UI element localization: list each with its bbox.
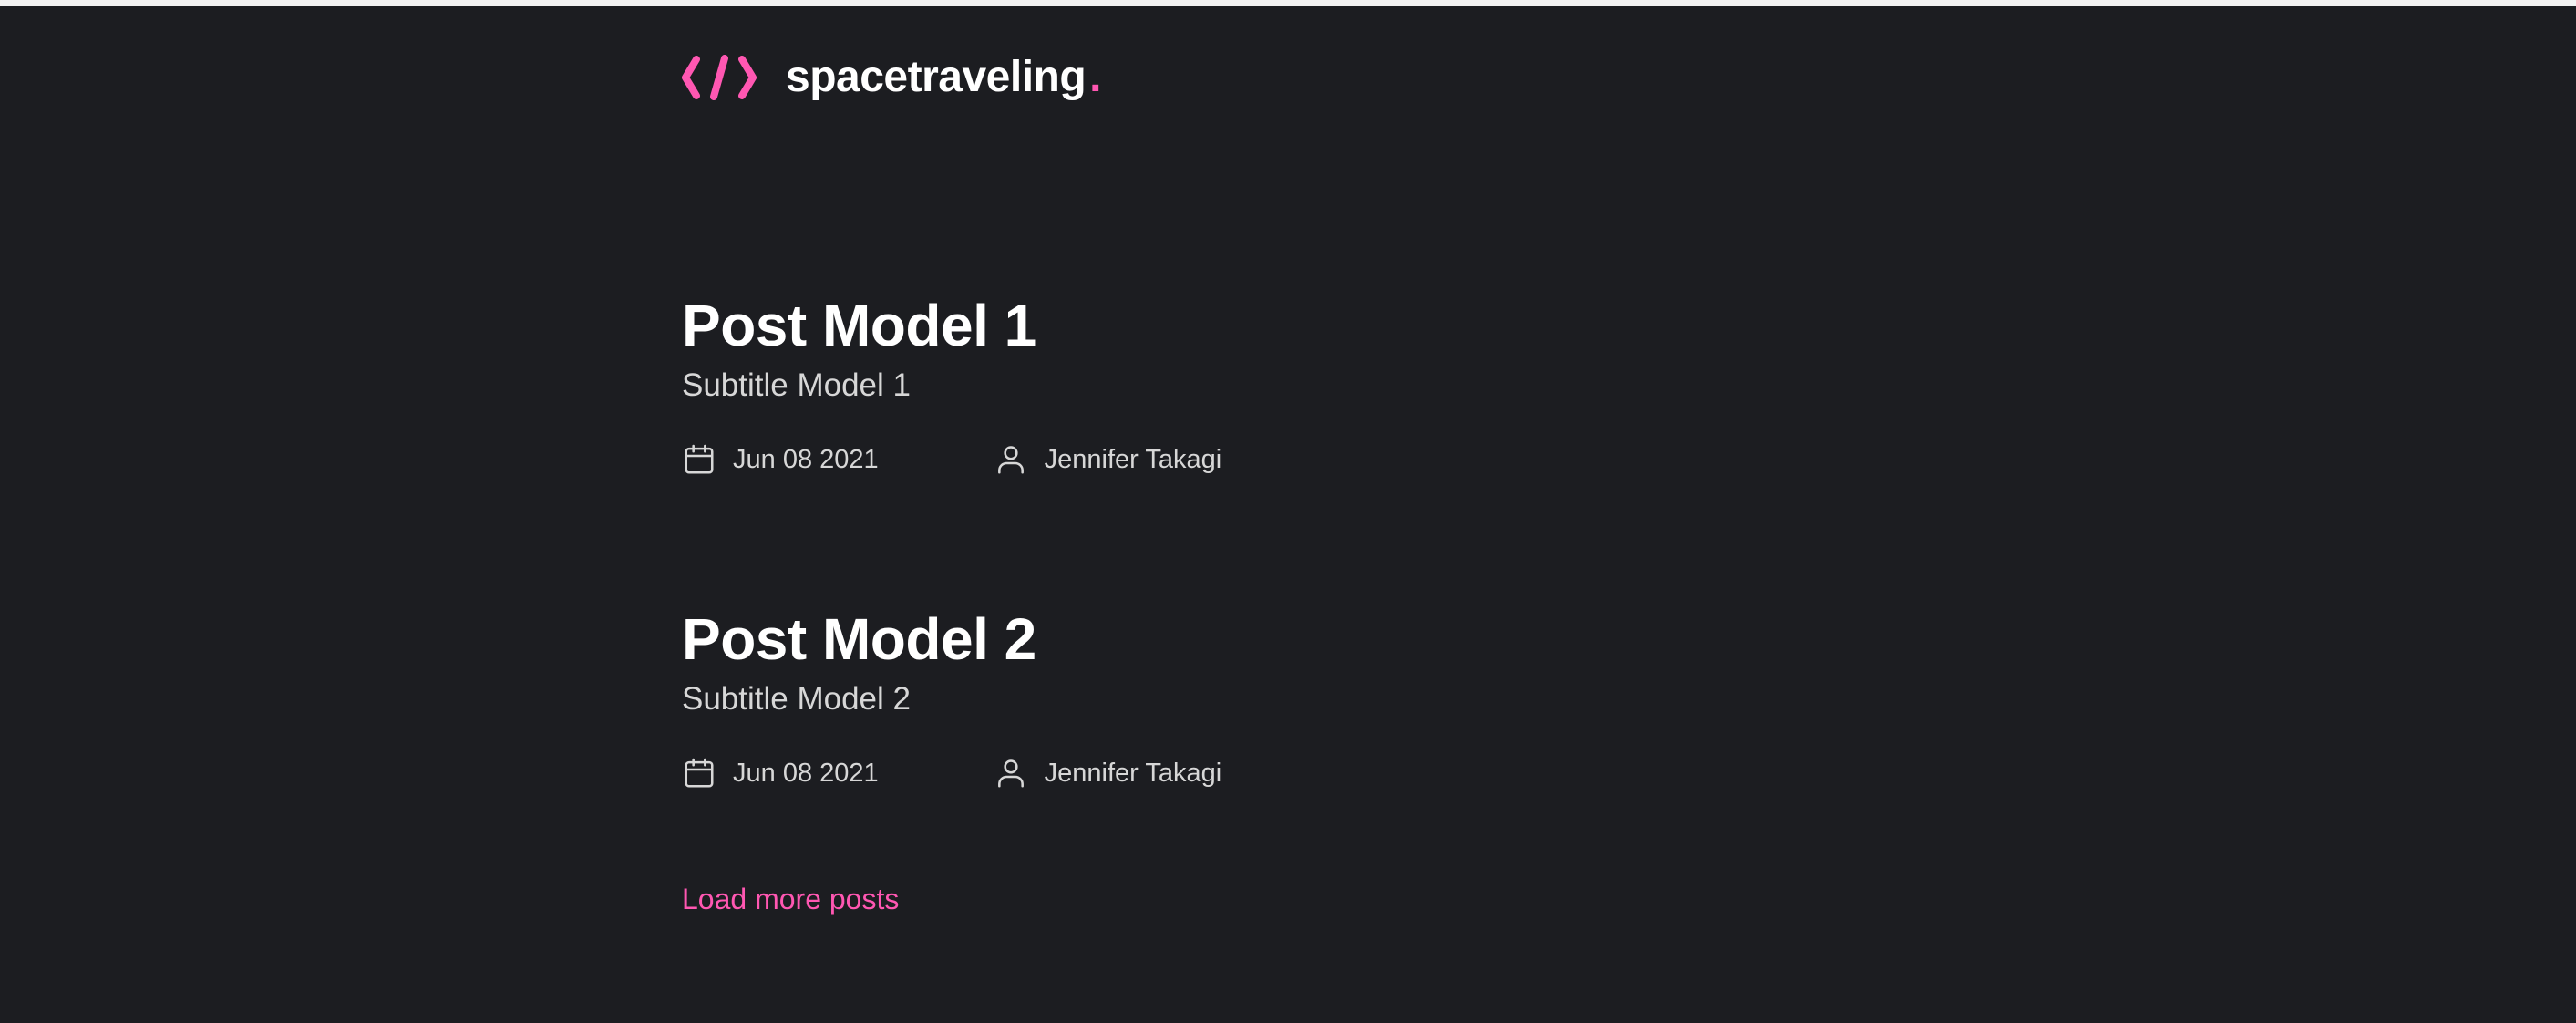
code-brackets-icon bbox=[682, 55, 757, 100]
post-author: Jennifer Takagi bbox=[994, 756, 1222, 790]
post-subtitle: Subtitle Model 2 bbox=[682, 681, 911, 718]
post-author: Jennifer Takagi bbox=[994, 442, 1222, 477]
post-meta: Jun 08 2021 Jennifer Takagi bbox=[682, 755, 1221, 791]
calendar-icon bbox=[685, 759, 714, 788]
post-title[interactable]: Post Model 1 bbox=[682, 294, 1221, 358]
post-author-name: Jennifer Takagi bbox=[1044, 758, 1222, 788]
post-item[interactable]: Post Model 2 Subtitle Model 2 Jun 08 202… bbox=[682, 607, 1221, 791]
post-date: Jun 08 2021 bbox=[682, 442, 879, 477]
load-more-posts-button[interactable]: Load more posts bbox=[682, 883, 899, 916]
post-meta: Jun 08 2021 Jennifer Takagi bbox=[682, 441, 1221, 478]
user-icon bbox=[997, 760, 1024, 788]
post-date-text: Jun 08 2021 bbox=[733, 758, 879, 788]
site-header: spacetraveling. bbox=[682, 46, 1102, 109]
brand-dot: . bbox=[1089, 53, 1102, 101]
post-date: Jun 08 2021 bbox=[682, 756, 879, 790]
post-date-text: Jun 08 2021 bbox=[733, 444, 879, 474]
post-subtitle: Subtitle Model 1 bbox=[682, 367, 911, 404]
user-icon bbox=[997, 446, 1024, 474]
post-author-name: Jennifer Takagi bbox=[1044, 444, 1222, 474]
top-border bbox=[0, 0, 2576, 6]
calendar-icon bbox=[685, 445, 714, 474]
site-logo-text[interactable]: spacetraveling. bbox=[786, 53, 1102, 101]
brand-name: spacetraveling bbox=[786, 53, 1087, 101]
post-item[interactable]: Post Model 1 Subtitle Model 1 Jun 08 202… bbox=[682, 294, 1221, 478]
post-title[interactable]: Post Model 2 bbox=[682, 607, 1221, 672]
